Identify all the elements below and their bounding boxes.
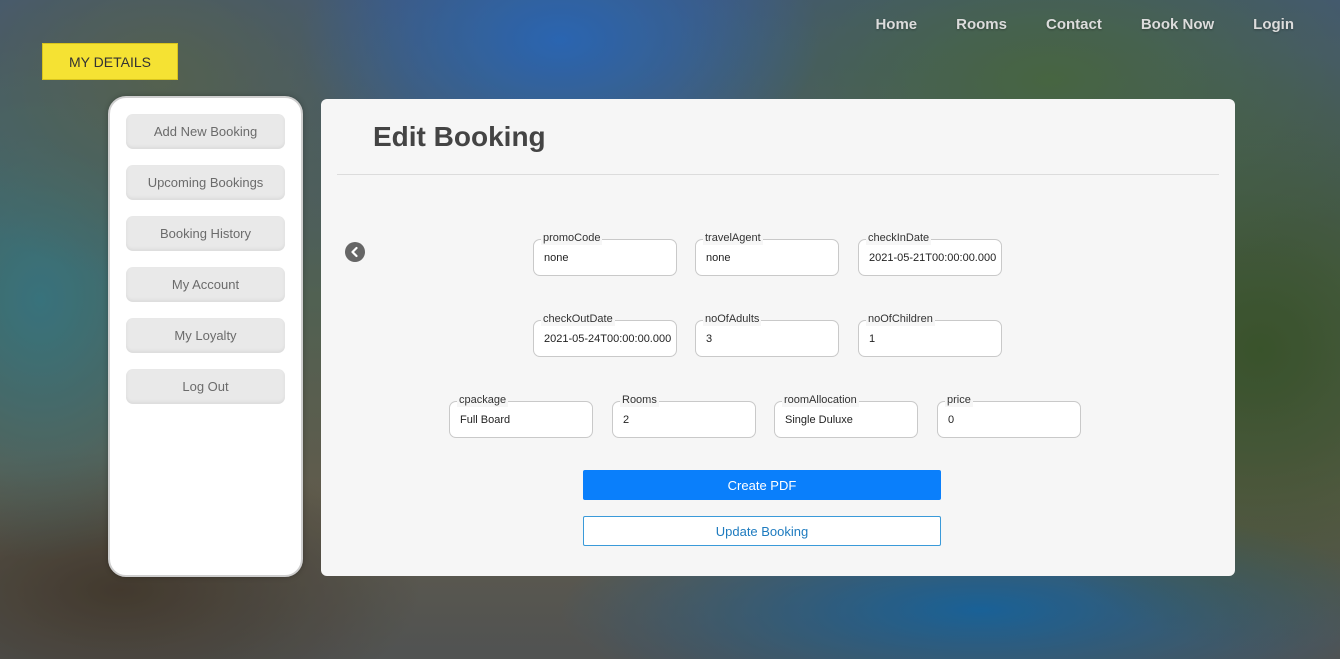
update-booking-button[interactable]: Update Booking xyxy=(583,516,941,546)
no-of-children-field[interactable]: noOfChildren 1 xyxy=(858,312,1002,357)
price-field[interactable]: price 0 xyxy=(937,393,1081,438)
field-label: travelAgent xyxy=(703,231,763,245)
nav-home[interactable]: Home xyxy=(875,16,917,33)
nav-rooms[interactable]: Rooms xyxy=(956,16,1007,33)
top-nav: Home Rooms Contact Book Now Login xyxy=(836,16,1294,33)
nav-contact[interactable]: Contact xyxy=(1046,16,1102,33)
divider xyxy=(337,174,1219,175)
field-value: 2021-05-21T00:00:00.000 xyxy=(869,252,997,264)
field-label: roomAllocation xyxy=(782,393,859,407)
sidebar-item-booking-history[interactable]: Booking History xyxy=(126,216,285,251)
check-in-date-field[interactable]: checkInDate 2021-05-21T00:00:00.000 xyxy=(858,231,1002,276)
edit-booking-card: Edit Booking promoCode none travelAgent … xyxy=(321,99,1235,576)
field-value: Single Duluxe xyxy=(785,414,853,426)
field-label: noOfAdults xyxy=(703,312,762,326)
travel-agent-field[interactable]: travelAgent none xyxy=(695,231,839,276)
page-title: Edit Booking xyxy=(373,121,546,152)
field-value: Full Board xyxy=(460,414,511,426)
sidebar-item-log-out[interactable]: Log Out xyxy=(126,369,285,404)
no-of-adults-field[interactable]: noOfAdults 3 xyxy=(695,312,839,357)
back-arrow-icon[interactable] xyxy=(345,242,365,262)
field-label: Rooms xyxy=(620,393,659,407)
sidebar: Add New Booking Upcoming Bookings Bookin… xyxy=(108,96,303,577)
nav-login[interactable]: Login xyxy=(1253,16,1294,33)
field-label: noOfChildren xyxy=(866,312,935,326)
field-value: 3 xyxy=(706,333,713,345)
check-out-date-field[interactable]: checkOutDate 2021-05-24T00:00:00.000 xyxy=(533,312,677,357)
field-label: checkOutDate xyxy=(541,312,615,326)
field-label: checkInDate xyxy=(866,231,932,245)
sidebar-item-my-loyalty[interactable]: My Loyalty xyxy=(126,318,285,353)
field-value: none xyxy=(706,252,731,264)
create-pdf-button[interactable]: Create PDF xyxy=(583,470,941,500)
cpackage-field[interactable]: cpackage Full Board xyxy=(449,393,593,438)
field-value: 2 xyxy=(623,414,630,426)
room-allocation-field[interactable]: roomAllocation Single Duluxe xyxy=(774,393,918,438)
rooms-field[interactable]: Rooms 2 xyxy=(612,393,756,438)
field-value: 0 xyxy=(948,414,955,426)
field-label: price xyxy=(945,393,973,407)
sidebar-item-upcoming-bookings[interactable]: Upcoming Bookings xyxy=(126,165,285,200)
nav-book-now[interactable]: Book Now xyxy=(1141,16,1214,33)
field-label: promoCode xyxy=(541,231,603,245)
field-value: 2021-05-24T00:00:00.000 xyxy=(544,333,672,345)
sidebar-item-my-account[interactable]: My Account xyxy=(126,267,285,302)
field-label: cpackage xyxy=(457,393,509,407)
my-details-button[interactable]: MY DETAILS xyxy=(42,43,178,80)
sidebar-item-add-new-booking[interactable]: Add New Booking xyxy=(126,114,285,149)
field-value: 1 xyxy=(869,333,876,345)
promo-code-field[interactable]: promoCode none xyxy=(533,231,677,276)
field-value: none xyxy=(544,252,569,264)
